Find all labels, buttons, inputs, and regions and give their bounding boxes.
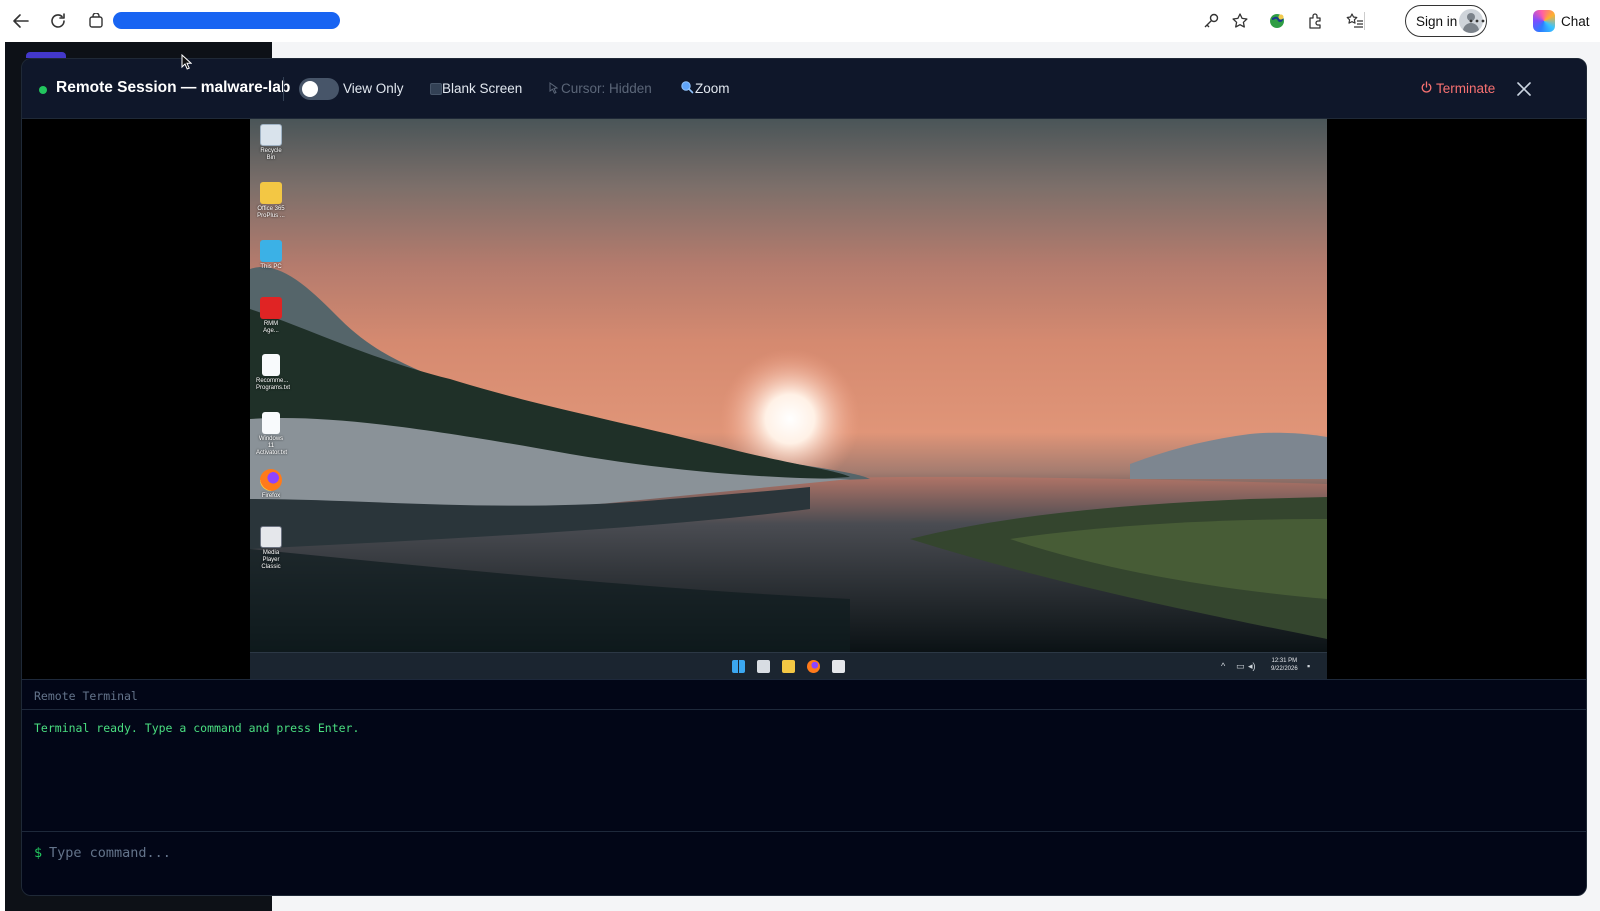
favorite-star-icon[interactable]: [1228, 9, 1252, 33]
firefox-icon: [260, 469, 282, 491]
desktop-icon-media-player[interactable]: Media Player Classic: [256, 526, 286, 571]
zoom-label[interactable]: Zoom: [695, 81, 730, 96]
remote-session-modal: Remote Session — malware-lab View Only B…: [21, 58, 1587, 896]
mouse-pointer-icon: [181, 53, 193, 75]
chat-label: Chat: [1561, 13, 1590, 29]
media-player-icon: [260, 526, 282, 548]
pdf-icon: [260, 297, 282, 319]
sign-in-label: Sign in: [1416, 13, 1458, 29]
cursor-hidden-label: Cursor: Hidden: [561, 81, 652, 96]
power-icon: [1421, 81, 1432, 96]
task-view-icon[interactable]: [757, 660, 770, 673]
status-dot: [39, 86, 47, 94]
desktop-icon-label: Firefox: [261, 493, 281, 499]
copilot-chat-button[interactable]: Chat: [1533, 10, 1590, 32]
desktop-icon-label: Recycle Bin: [260, 148, 282, 161]
blank-screen-checkbox[interactable]: [430, 83, 442, 95]
site-info-icon[interactable]: [84, 9, 108, 33]
desktop-icon-label: This PC: [260, 264, 282, 270]
desktop-icon-label: Media Player Classic: [261, 550, 281, 570]
modal-header: Remote Session — malware-lab View Only B…: [22, 59, 1586, 119]
recycle-bin-icon: [260, 124, 282, 146]
back-icon[interactable]: [9, 9, 33, 33]
terminal-input-row: $: [22, 831, 1586, 875]
desktop-icon-windows-activator[interactable]: Windows 11 Activator.txt: [256, 412, 288, 457]
desktop-icon-label: Windows 11 Activator.txt: [256, 436, 288, 456]
toggle-knob: [302, 81, 318, 97]
remote-desktop[interactable]: Recycle Bin Office 365 ProPlus ... This …: [250, 119, 1327, 679]
terminate-button[interactable]: Terminate: [1421, 81, 1495, 96]
key-icon[interactable]: [1199, 9, 1223, 33]
wallpaper: [250, 267, 1327, 652]
monitor-icon: [260, 240, 282, 262]
remote-terminal: Remote Terminal Terminal ready. Type a c…: [22, 679, 1586, 895]
tray-chevron-icon[interactable]: ^: [1221, 661, 1225, 671]
desktop-icon-recommended-programs[interactable]: Recomme... Programs.txt: [256, 354, 291, 392]
extensions-icon[interactable]: [1303, 9, 1327, 33]
desktop-icon-this-pc[interactable]: This PC: [256, 240, 286, 271]
terminal-output: Terminal ready. Type a command and press…: [34, 721, 360, 735]
text-file-icon: [262, 354, 280, 376]
command-input[interactable]: [49, 840, 1449, 866]
clock-time: 12:31 PM: [1271, 658, 1298, 664]
session-title: Remote Session — malware-lab: [56, 79, 291, 96]
address-bar[interactable]: [113, 12, 340, 29]
desktop-icon-office[interactable]: Office 365 ProPlus ...: [256, 182, 286, 220]
firefox-icon[interactable]: [807, 660, 820, 673]
desktop-icon-firefox[interactable]: Firefox: [256, 469, 286, 500]
file-explorer-icon[interactable]: [782, 660, 795, 673]
header-divider: [283, 77, 284, 101]
windows-start-icon[interactable]: [732, 660, 745, 673]
more-icon[interactable]: [1465, 9, 1489, 33]
remote-taskbar: ^ ▭ ◂) 12:31 PM 9/22/2026 ▪: [250, 652, 1327, 679]
terminal-prompt: $: [34, 845, 43, 861]
volume-icon[interactable]: ◂): [1248, 661, 1256, 672]
blank-screen-label[interactable]: Blank Screen: [442, 81, 522, 96]
desktop-icon-label: Recomme... Programs.txt: [256, 378, 291, 391]
desktop-icon-label: RMM Age...: [263, 321, 279, 334]
view-only-toggle[interactable]: [299, 78, 339, 100]
folder-icon: [260, 182, 282, 204]
terminate-label: Terminate: [1436, 81, 1496, 96]
desktop-icon-rmm-agent[interactable]: RMM Age...: [256, 297, 286, 335]
taskbar-clock[interactable]: 12:31 PM 9/22/2026: [1271, 657, 1298, 673]
view-only-label[interactable]: View Only: [343, 81, 404, 96]
vpn-globe-icon[interactable]: [1265, 9, 1289, 33]
close-icon[interactable]: [1514, 79, 1534, 99]
favorites-list-icon[interactable]: [1343, 9, 1367, 33]
clock-date: 9/22/2026: [1271, 666, 1298, 672]
browser-toolbar: Sign in Chat: [0, 0, 1600, 42]
terminal-title: Remote Terminal: [34, 689, 138, 703]
desktop-icon-label: Office 365 ProPlus ...: [257, 206, 285, 219]
desktop-icon-recycle-bin[interactable]: Recycle Bin: [256, 124, 286, 162]
remote-screen-viewport[interactable]: Recycle Bin Office 365 ProPlus ... This …: [22, 119, 1586, 679]
terminal-header: Remote Terminal: [22, 679, 1586, 710]
text-file-icon: [262, 412, 280, 434]
notification-icon[interactable]: ▪: [1307, 661, 1310, 671]
refresh-icon[interactable]: [46, 9, 70, 33]
copilot-icon: [1533, 10, 1555, 32]
cursor-icon: [549, 82, 559, 97]
network-icon[interactable]: ▭: [1236, 661, 1245, 672]
media-player-icon[interactable]: [832, 660, 845, 673]
zoom-icon[interactable]: [680, 80, 696, 96]
